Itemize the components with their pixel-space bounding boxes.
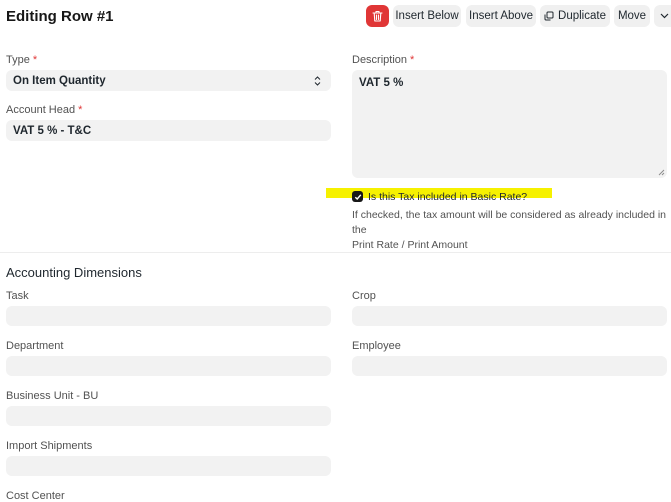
description-label: Description * [352,54,414,66]
task-label: Task [6,290,29,302]
cost-center-label: Cost Center [6,490,65,502]
department-field[interactable] [6,356,331,376]
account-head-field[interactable]: VAT 5 % - T&C [6,120,331,141]
section-divider [0,252,671,253]
trash-icon [372,10,383,22]
required-marker: * [32,54,38,66]
type-label-text: Type [6,54,30,66]
business-unit-field[interactable] [6,406,331,426]
account-head-label: Account Head * [6,104,82,116]
page-title: Editing Row #1 [6,8,114,25]
type-select[interactable]: On Item Quantity [6,70,331,91]
copy-icon [544,11,554,21]
account-head-value: VAT 5 % - T&C [13,125,92,137]
section-title: Accounting Dimensions [6,265,142,280]
description-value: VAT 5 % [359,77,404,89]
included-in-rate-label: Is this Tax included in Basic Rate? [368,191,528,203]
employee-field[interactable] [352,356,667,376]
import-shipments-field[interactable] [6,456,331,476]
more-options-button[interactable] [654,5,671,27]
insert-above-button[interactable]: Insert Above [466,5,536,27]
type-label: Type * [6,54,37,66]
resize-handle-icon[interactable] [658,169,665,176]
help-line: Print Rate / Print Amount [352,239,468,251]
chevron-down-icon [660,13,669,19]
help-line: If checked, the tax amount will be consi… [352,209,667,236]
duplicate-button[interactable]: Duplicate [540,5,610,27]
crop-field[interactable] [352,306,667,326]
duplicate-label: Duplicate [558,10,606,22]
import-shipments-label: Import Shipments [6,440,93,452]
crop-label: Crop [352,290,376,302]
type-select-value: On Item Quantity [13,75,106,87]
included-in-rate-help: If checked, the tax amount will be consi… [352,208,671,253]
account-head-label-text: Account Head [6,104,76,116]
description-textarea[interactable]: VAT 5 % [352,70,667,178]
employee-label: Employee [352,340,401,352]
required-marker: * [410,54,415,66]
department-label: Department [6,340,64,352]
description-label-text: Description [352,54,408,66]
included-in-rate-checkbox[interactable] [352,191,363,202]
check-icon [354,193,361,200]
business-unit-label: Business Unit - BU [6,390,99,402]
move-button[interactable]: Move [614,5,650,27]
delete-button[interactable] [366,5,389,27]
required-marker: * [78,104,83,116]
insert-below-button[interactable]: Insert Below [393,5,461,27]
task-field[interactable] [6,306,331,326]
select-arrows-icon [314,76,321,86]
